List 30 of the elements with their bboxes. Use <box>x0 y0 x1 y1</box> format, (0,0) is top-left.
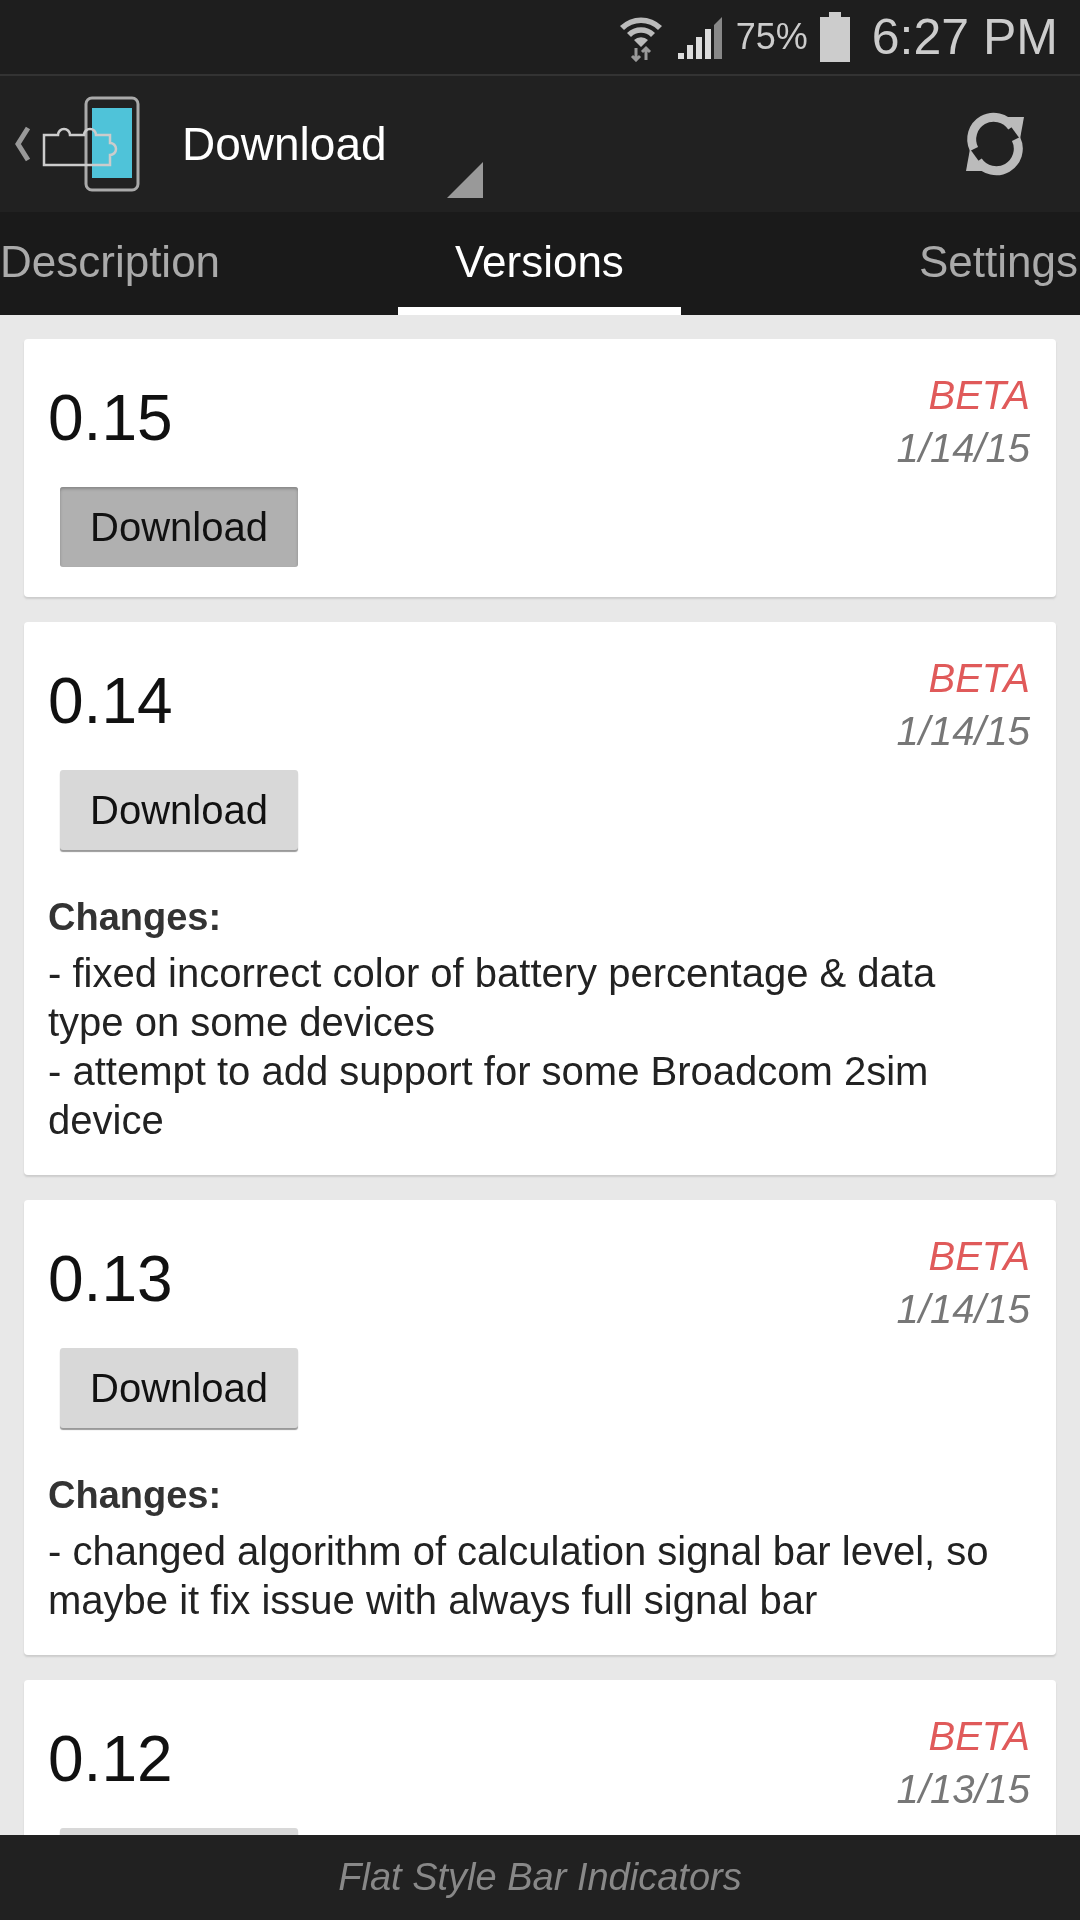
release-date: 1/13/15 <box>896 1767 1030 1812</box>
page-title[interactable]: Download <box>182 117 387 171</box>
back-icon[interactable] <box>12 124 32 164</box>
version-number: 0.13 <box>48 1244 174 1314</box>
changes-heading: Changes: <box>48 1474 223 1517</box>
release-tag: BETA <box>896 373 1030 418</box>
download-button[interactable]: Download <box>60 770 298 850</box>
changes-heading: Changes: <box>48 896 223 939</box>
footer-text: Flat Style Bar Indicators <box>338 1856 742 1899</box>
tab[interactable]: Settings <box>681 212 1078 315</box>
version-number: 0.14 <box>48 666 174 736</box>
battery-percent: 75% <box>735 16 808 58</box>
version-number: 0.15 <box>48 383 174 453</box>
battery-icon <box>819 12 850 62</box>
version-number: 0.12 <box>48 1724 174 1794</box>
download-button[interactable]: Download <box>60 487 298 567</box>
tab[interactable]: Versions <box>398 212 681 315</box>
release-tag: BETA <box>896 656 1030 701</box>
release-tag: BETA <box>896 1714 1030 1759</box>
changes-text: - fixed incorrect color of battery percentage & data type on some devices - attempt to add support for some Broadcom 2sim device <box>48 950 937 1144</box>
changes-text: - changed algorithm of calculation signal bar level, so maybe it fix issue with always full signal bar <box>48 1528 990 1624</box>
clock: 6:27 PM <box>871 8 1058 66</box>
release-date: 1/14/15 <box>896 709 1030 754</box>
release-date: 1/14/15 <box>896 1287 1030 1332</box>
download-button[interactable]: Download <box>60 1348 298 1428</box>
dropdown-icon[interactable] <box>446 162 483 198</box>
release-tag: BETA <box>896 1234 1030 1279</box>
app-icon[interactable] <box>42 95 140 193</box>
release-date: 1/14/15 <box>896 426 1030 471</box>
tab[interactable]: Description <box>0 212 398 315</box>
